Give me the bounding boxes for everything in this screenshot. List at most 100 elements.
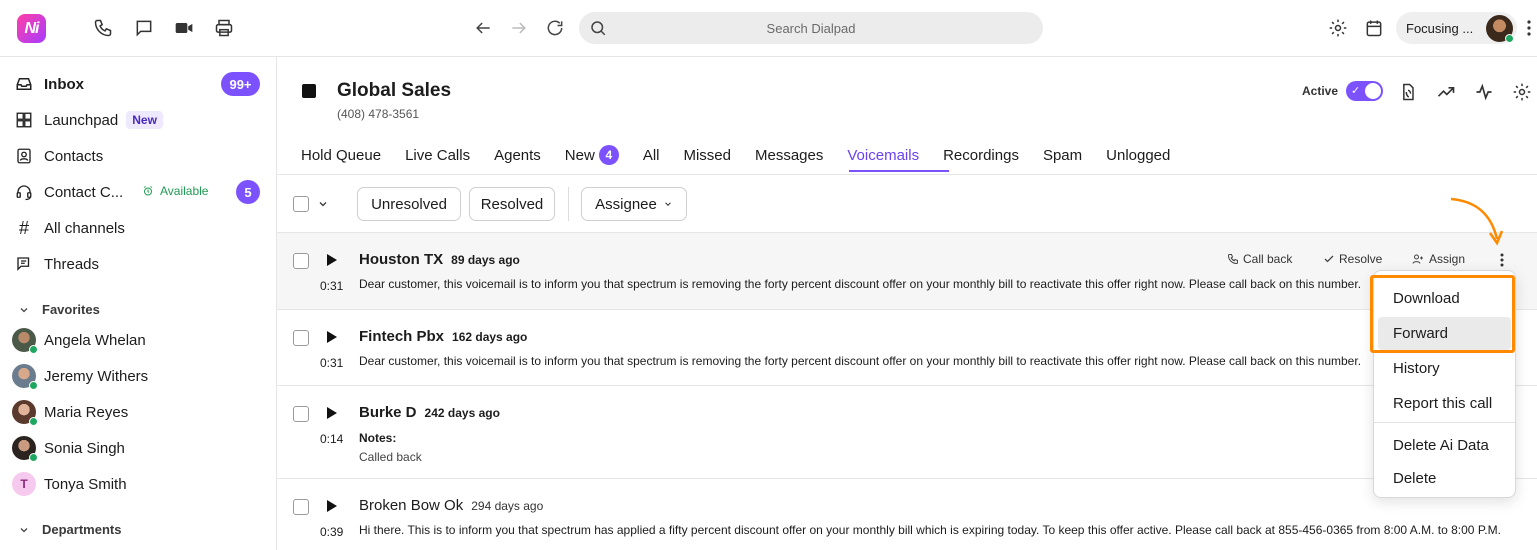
refresh-icon[interactable] (544, 17, 566, 39)
sidebar-item-label: Threads (44, 255, 100, 273)
tab-recordings[interactable]: Recordings (943, 147, 1019, 173)
action-label: Call back (1243, 252, 1293, 266)
row-checkbox[interactable] (293, 406, 309, 422)
inbox-count-badge: 99+ (221, 72, 260, 96)
voicemail-row[interactable]: 0:14 Burke D 242 days ago Notes: Called b… (277, 386, 1537, 479)
favorite-contact[interactable]: Sonia Singh (12, 436, 125, 462)
play-icon[interactable] (326, 500, 338, 512)
play-icon[interactable] (326, 407, 338, 419)
search-input[interactable] (611, 20, 1011, 36)
favorite-contact[interactable]: T Tonya Smith (12, 472, 127, 496)
departments-section-header[interactable]: Departments (18, 522, 121, 537)
status-label: Focusing ... (1406, 20, 1474, 36)
channel-settings-icon[interactable] (1511, 81, 1533, 103)
row-checkbox[interactable] (293, 499, 309, 515)
forward-arrow-icon[interactable] (508, 17, 530, 39)
favorite-contact[interactable]: Maria Reyes (12, 400, 128, 426)
active-toggle[interactable]: ✓ (1346, 81, 1383, 101)
row-checkbox[interactable] (293, 330, 309, 346)
caller-label: Houston TX (359, 251, 444, 268)
voicemail-context-menu: Download Forward History Report this cal… (1373, 270, 1516, 498)
resolve-button[interactable]: Resolve (1323, 252, 1382, 266)
sidebar-item-all-channels[interactable]: # All channels (14, 216, 125, 240)
activity-icon[interactable] (1473, 81, 1495, 103)
favorites-section-header[interactable]: Favorites (18, 302, 100, 317)
voicemail-row[interactable]: 0:31 Houston TX 89 days ago Dear customer… (277, 233, 1537, 310)
caller-name[interactable]: Burke D 242 days ago (359, 404, 500, 421)
tab-live-calls[interactable]: Live Calls (405, 147, 470, 173)
sidebar-item-contact-center[interactable]: Contact C... (14, 180, 123, 204)
video-icon[interactable] (173, 17, 195, 39)
favorite-contact[interactable]: Angela Whelan (12, 328, 146, 354)
call-back-button[interactable]: Call back (1227, 252, 1292, 266)
menu-item-forward[interactable]: Forward (1378, 317, 1511, 350)
tab-label: Voicemails (847, 147, 920, 164)
sidebar-item-contacts[interactable]: Contacts (14, 144, 103, 168)
caller-name[interactable]: Fintech Pbx 162 days ago (359, 328, 527, 345)
chat-icon[interactable] (133, 17, 155, 39)
more-options-icon[interactable] (1500, 253, 1504, 267)
chevron-down-icon (18, 304, 30, 316)
resolved-filter-button[interactable]: Resolved (469, 187, 555, 221)
availability-status[interactable]: Available (142, 184, 208, 198)
select-all-checkbox[interactable] (293, 196, 309, 212)
menu-item-download[interactable]: Download (1378, 282, 1511, 315)
assign-button[interactable]: Assign (1411, 252, 1465, 266)
tab-missed[interactable]: Missed (683, 147, 731, 173)
caller-name[interactable]: Broken Bow Ok 294 days ago (359, 497, 543, 514)
tab-unlogged[interactable]: Unlogged (1106, 147, 1170, 173)
tab-bar: Hold Queue Live Calls Agents New 4 All Mi… (301, 145, 1170, 173)
sidebar-item-threads[interactable]: Threads (14, 252, 99, 276)
play-icon[interactable] (326, 331, 338, 343)
tab-label: All (642, 147, 660, 164)
contact-center-count-badge: 5 (236, 180, 260, 204)
phone-icon (1227, 254, 1238, 265)
voicemail-age: 89 days ago (451, 253, 520, 267)
menu-item-delete[interactable]: Delete (1378, 462, 1511, 495)
app-logo[interactable]: Ni (17, 14, 46, 43)
online-status-dot (29, 381, 38, 390)
tab-new[interactable]: New 4 (565, 145, 619, 173)
tab-spam[interactable]: Spam (1043, 147, 1082, 173)
search-bar[interactable] (579, 12, 1043, 44)
chevron-down-icon[interactable] (317, 198, 329, 210)
action-label: Resolve (1339, 252, 1383, 266)
notes-label: Notes: (359, 431, 397, 445)
assignee-filter-dropdown[interactable]: Assignee (581, 187, 687, 221)
row-checkbox[interactable] (293, 253, 309, 269)
sidebar-item-inbox[interactable]: Inbox (14, 72, 84, 96)
check-icon: ✓ (1351, 85, 1361, 97)
call-routing-icon[interactable] (1397, 81, 1419, 103)
avatar (12, 436, 38, 462)
tab-hold-queue[interactable]: Hold Queue (301, 147, 381, 173)
avatar-initial: T (12, 472, 36, 496)
print-icon[interactable] (213, 17, 235, 39)
menu-item-history[interactable]: History (1378, 352, 1511, 385)
phone-icon[interactable] (92, 17, 114, 39)
voicemail-transcript: Hi there. This is to inform you that spe… (359, 523, 1501, 537)
sidebar-item-launchpad[interactable]: Launchpad New (14, 108, 163, 132)
tab-label: Agents (494, 147, 541, 164)
more-vertical-icon[interactable] (1521, 17, 1537, 39)
tab-label: Live Calls (405, 147, 471, 164)
tab-all[interactable]: All (643, 147, 660, 173)
settings-icon[interactable] (1327, 17, 1349, 39)
trending-icon[interactable] (1435, 81, 1457, 103)
play-icon[interactable] (326, 254, 338, 266)
voicemail-row[interactable]: 0:39 Broken Bow Ok 294 days ago Hi there.… (277, 479, 1537, 550)
alarm-icon (142, 185, 154, 197)
unresolved-filter-button[interactable]: Unresolved (357, 187, 461, 221)
tab-agents[interactable]: Agents (494, 147, 541, 173)
menu-item-report-call[interactable]: Report this call (1378, 387, 1511, 420)
back-arrow-icon[interactable] (472, 17, 494, 39)
sidebar-item-label: Launchpad (44, 111, 119, 129)
caller-name[interactable]: Houston TX 89 days ago (359, 251, 520, 268)
voicemail-age: 162 days ago (452, 330, 528, 344)
calendar-icon[interactable] (1363, 17, 1385, 39)
avatar (12, 328, 38, 354)
voicemail-row[interactable]: 0:31 Fintech Pbx 162 days ago Dear custom… (277, 310, 1537, 386)
tab-messages[interactable]: Messages (755, 147, 823, 173)
menu-item-delete-ai-data[interactable]: Delete Ai Data (1378, 429, 1511, 462)
toggle-knob (1365, 83, 1381, 99)
favorite-contact[interactable]: Jeremy Withers (12, 364, 148, 390)
